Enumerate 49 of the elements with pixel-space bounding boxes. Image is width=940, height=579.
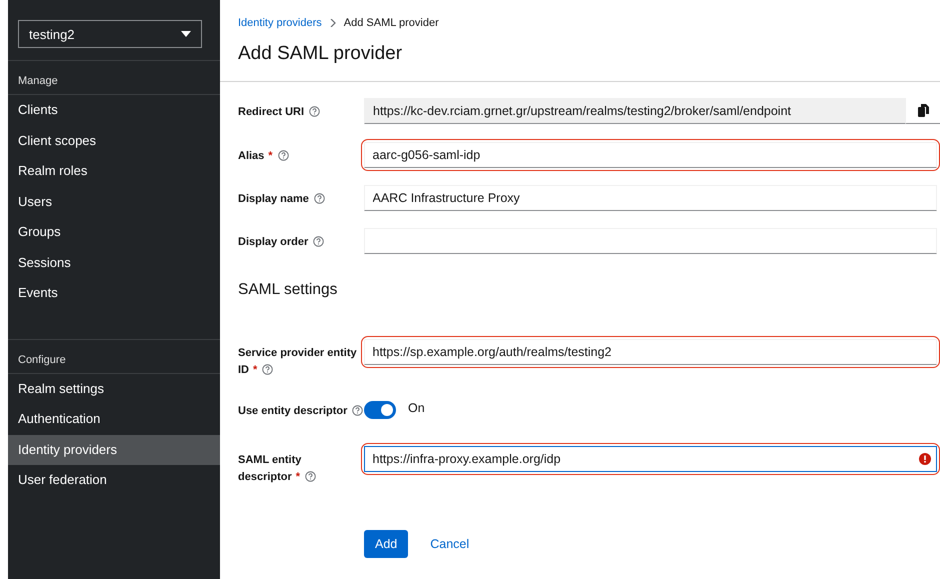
help-icon[interactable] xyxy=(309,106,320,117)
nav-item[interactable]: Users xyxy=(8,186,220,217)
breadcrumb-link[interactable]: Identity providers xyxy=(238,17,322,29)
help-icon[interactable] xyxy=(262,364,274,375)
chevron-icon xyxy=(330,19,336,27)
input-field[interactable]: AARC Infrastructure Proxy xyxy=(364,184,937,210)
required-mark: * xyxy=(253,364,258,376)
caret-icon xyxy=(181,31,191,37)
nav-item[interactable]: Groups xyxy=(8,217,220,248)
required-mark: * xyxy=(268,150,273,162)
error-icon xyxy=(919,452,931,464)
add-button[interactable]: Add xyxy=(364,530,408,558)
help-icon[interactable] xyxy=(278,150,289,161)
help-icon[interactable] xyxy=(352,405,364,416)
section-heading: Manage xyxy=(8,60,220,95)
toggle-switch[interactable] xyxy=(364,401,396,419)
realm-selector[interactable]: testing2 xyxy=(18,20,202,48)
cancel-button[interactable]: Cancel xyxy=(422,530,478,558)
help-icon[interactable] xyxy=(314,193,325,204)
help-icon[interactable] xyxy=(313,236,324,247)
section-heading: Configure xyxy=(8,338,220,374)
field-label: Use entity descriptor xyxy=(238,397,364,420)
input-field[interactable]: https://sp.example.org/auth/realms/testing2 xyxy=(364,338,937,364)
field-label: Alias * xyxy=(238,142,364,165)
field-label: Display name xyxy=(238,185,364,208)
nav-item[interactable]: Realm roles xyxy=(8,156,220,186)
section-title: SAML settings xyxy=(238,281,338,299)
input-field[interactable]: aarc-g056-saml-idp xyxy=(364,142,937,168)
page-title: Add SAML provider xyxy=(238,43,404,65)
breadcrumb-current: Add SAML provider xyxy=(344,17,439,29)
copy-icon xyxy=(918,104,928,117)
nav-item[interactable]: Events xyxy=(8,278,220,308)
toggle-label: On xyxy=(408,401,425,415)
field-label: Display order xyxy=(238,228,364,251)
field-label: SAML entity descriptor * xyxy=(238,446,364,486)
nav-item[interactable]: Realm settings xyxy=(8,374,220,404)
field-label: Service provider entity ID * xyxy=(238,346,358,378)
nav-item[interactable]: Authentication xyxy=(8,404,220,434)
input-field[interactable] xyxy=(364,228,937,254)
nav-item[interactable]: User federation xyxy=(8,465,220,496)
nav-item[interactable]: Client scopes xyxy=(8,126,220,156)
nav-item[interactable]: Sessions xyxy=(8,248,220,278)
nav-item[interactable]: Identity providers xyxy=(8,434,220,465)
input-field[interactable]: https://infra-proxy.example.org/idp xyxy=(364,446,937,472)
readonly-field: https://kc-dev.rciam.grnet.gr/upstream/realms/testing2/broker/saml/endpoint xyxy=(364,98,906,124)
nav-item[interactable]: Clients xyxy=(8,95,220,126)
help-icon[interactable] xyxy=(305,471,316,482)
required-mark: * xyxy=(296,471,300,483)
field-label: Redirect URI xyxy=(238,98,364,121)
